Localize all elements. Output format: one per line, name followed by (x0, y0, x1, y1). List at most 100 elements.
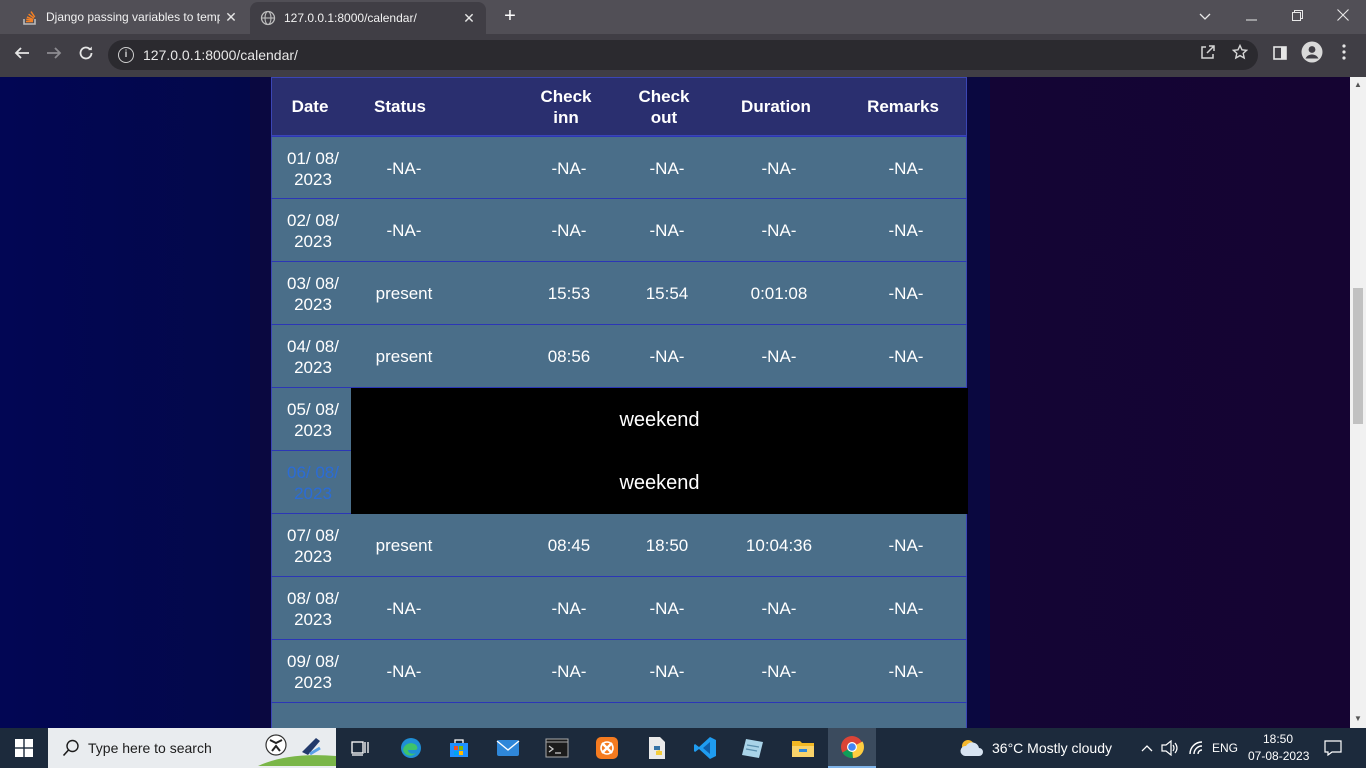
xampp-icon[interactable] (584, 728, 630, 768)
date-line2: 2023 (294, 294, 332, 314)
vscode-icon[interactable] (682, 728, 728, 768)
check-in-cell: -NA- (551, 599, 587, 618)
remarks-cell: -NA- (888, 221, 924, 240)
check-out-cell: 18:50 (645, 536, 689, 555)
weather-text[interactable]: 36°C Mostly cloudy (992, 740, 1112, 756)
remarks-cell: -NA- (888, 284, 924, 303)
date-line1: 08/ 08/ (287, 588, 339, 608)
check-in-cell: -NA- (551, 662, 587, 681)
bookmark-star-icon[interactable] (1226, 41, 1254, 69)
edge-browser-icon[interactable] (390, 728, 432, 768)
python-file-icon[interactable] (634, 728, 680, 768)
date-line1: 06/ 08/ (287, 462, 339, 482)
volume-icon[interactable] (1160, 728, 1180, 768)
chrome-taskbar-icon[interactable] (828, 728, 876, 768)
notes-app-icon[interactable] (730, 728, 776, 768)
task-view-icon[interactable] (340, 728, 380, 768)
site-info-icon[interactable]: i (118, 47, 134, 63)
new-tab-button[interactable]: + (498, 4, 522, 28)
tab-stackoverflow[interactable]: Django passing variables to temp ✕ (8, 0, 248, 34)
table-body: 01/ 08/2023 -NA- -NA- -NA- -NA- -NA- 02/ 08/20… (271, 136, 968, 728)
page-scrollbar[interactable]: ▲ ▼ (1350, 77, 1366, 728)
globe-icon (260, 10, 276, 26)
back-button[interactable] (8, 42, 36, 70)
date-line1: 09/ 08/ (287, 651, 339, 671)
date-cell[interactable]: 06/ 08/2023 (272, 451, 354, 514)
microsoft-store-icon[interactable] (438, 728, 480, 768)
profile-avatar-icon[interactable] (1298, 41, 1326, 69)
close-tab-icon[interactable]: ✕ (220, 9, 242, 26)
table-row: 04/ 08/2023 present 08:56 -NA- -NA- -NA- (271, 325, 967, 388)
scroll-up-arrow-icon[interactable]: ▲ (1353, 80, 1363, 90)
check-out-cell: -NA- (649, 662, 685, 681)
tab-search-icon[interactable] (1182, 0, 1228, 34)
menu-kebab-icon[interactable] (1330, 41, 1358, 69)
header-check-in-line2: inn (553, 107, 579, 127)
scroll-down-arrow-icon[interactable]: ▼ (1353, 714, 1363, 724)
forward-button[interactable] (40, 42, 68, 70)
header-date: Date (291, 97, 329, 116)
close-window-button[interactable] (1320, 0, 1366, 34)
remarks-cell: -NA- (888, 347, 924, 366)
terminal-icon[interactable] (534, 728, 580, 768)
stackoverflow-icon (22, 9, 38, 25)
share-icon[interactable] (1194, 41, 1222, 69)
windows-start-icon[interactable] (0, 728, 48, 768)
tray-chevron-up-icon[interactable] (1138, 728, 1156, 768)
check-in-cell: -NA- (551, 221, 587, 240)
duration-cell: 10:04:36 (745, 536, 813, 555)
date-cell: 04/ 08/2023 (272, 325, 354, 388)
tab-title: Django passing variables to temp (46, 10, 220, 24)
clock-time[interactable]: 18:50 (1262, 732, 1294, 746)
date-line2: 2023 (294, 546, 332, 566)
header-status: Status (374, 97, 426, 116)
weather-cloud-icon[interactable] (956, 728, 988, 768)
check-in-cell: 08:45 (547, 536, 591, 555)
table-row: 01/ 08/2023 -NA- -NA- -NA- -NA- -NA- (271, 136, 967, 199)
scrollbar-thumb[interactable] (1353, 288, 1363, 424)
attendance-table: Date Status Check inn Check out Duration… (271, 77, 968, 728)
date-cell: 05/ 08/2023 (272, 388, 354, 451)
weekend-cell: weekend (351, 451, 968, 514)
duration-cell: 0:01:08 (750, 284, 808, 303)
duration-cell: -NA- (761, 599, 797, 618)
header-check-out-line1: Check (638, 86, 690, 106)
search-highlight-image-icon (258, 730, 336, 766)
address-url: 127.0.0.1:8000/calendar/ (143, 47, 298, 63)
minimize-button[interactable] (1228, 0, 1274, 34)
tab-calendar[interactable]: 127.0.0.1:8000/calendar/ ✕ (250, 2, 486, 34)
date-line2: 2023 (294, 483, 332, 503)
duration-cell: -NA- (761, 159, 797, 178)
date-line1: 04/ 08/ (287, 336, 339, 356)
status-cell: -NA- (386, 159, 422, 178)
header-check-out: Check out (619, 86, 709, 128)
table-row: 09/ 08/2023 -NA- -NA- -NA- -NA- -NA- (271, 640, 967, 703)
mail-icon[interactable] (486, 728, 530, 768)
date-line1: 02/ 08/ (287, 210, 339, 230)
header-check-out-line2: out (650, 107, 678, 127)
table-row: 08/ 08/2023 -NA- -NA- -NA- -NA- -NA- (271, 577, 967, 640)
table-row: 06/ 08/2023 weekend (271, 451, 968, 514)
table-row: 05/ 08/2023 weekend (271, 388, 968, 451)
reload-button[interactable] (72, 42, 100, 70)
wifi-icon[interactable] (1186, 728, 1206, 768)
language-indicator[interactable]: ENG (1212, 741, 1238, 755)
date-line2: 2023 (294, 231, 332, 251)
taskbar-search-box[interactable]: Type here to search (48, 728, 336, 768)
clock-date[interactable]: 07-08-2023 (1248, 749, 1309, 763)
table-row: 03/ 08/2023 present 15:53 15:54 0:01:08 -NA- (271, 262, 967, 325)
file-explorer-icon[interactable] (780, 728, 826, 768)
side-panel-icon[interactable] (1266, 41, 1294, 69)
content-container: Date Status Check inn Check out Duration… (250, 77, 990, 728)
restore-button[interactable] (1274, 0, 1320, 34)
check-in-cell: -NA- (551, 159, 587, 178)
close-tab-icon[interactable]: ✕ (458, 10, 480, 27)
notifications-icon[interactable] (1320, 728, 1346, 768)
date-cell: 07/ 08/2023 (272, 514, 354, 577)
date-line1: 03/ 08/ (287, 273, 339, 293)
date-line1: 05/ 08/ (287, 399, 339, 419)
date-line1: 01/ 08/ (287, 148, 339, 168)
date-line2: 2023 (294, 609, 332, 629)
search-icon (62, 739, 80, 762)
page-viewport: Date Status Check inn Check out Duration… (0, 77, 1350, 728)
